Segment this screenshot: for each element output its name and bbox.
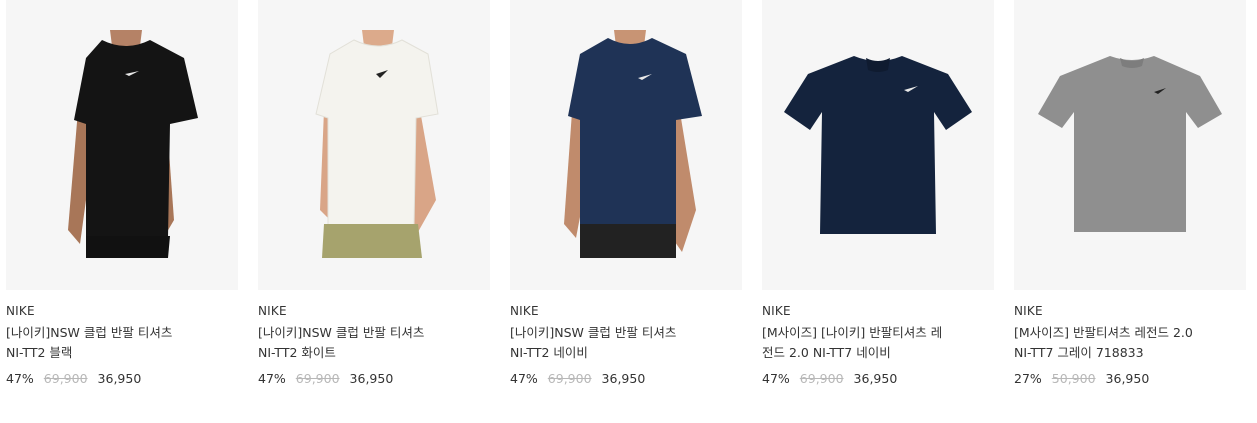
product-title-line: NI-TT2 네이비 [510, 345, 588, 360]
discount-rate: 27% [1014, 371, 1042, 386]
product-title[interactable]: [나이키]NSW 클럽 반팔 티셔츠 NI-TT2 화이트 [258, 323, 470, 363]
product-title-line: NI-TT7 그레이 718833 [1014, 345, 1144, 360]
product-image[interactable] [1014, 0, 1246, 290]
price-row: 47% 69,900 36,950 [258, 371, 393, 386]
discount-rate: 47% [510, 371, 538, 386]
price-row: 47% 69,900 36,950 [762, 371, 897, 386]
tshirt-model-image [68, 30, 198, 258]
product-title-line: [나이키]NSW 클럽 반팔 티셔츠 [510, 325, 677, 340]
product-title[interactable]: [나이키]NSW 클럽 반팔 티셔츠 NI-TT2 블랙 [6, 323, 218, 363]
discount-rate: 47% [258, 371, 286, 386]
product-card[interactable]: NIKE [나이키]NSW 클럽 반팔 티셔츠 NI-TT2 블랙 47% 69… [6, 0, 238, 423]
sale-price: 36,950 [1105, 371, 1150, 386]
product-brand: NIKE [6, 304, 35, 318]
product-image[interactable] [762, 0, 994, 290]
tshirt-model-image [564, 30, 702, 258]
product-card[interactable]: NIKE [나이키]NSW 클럽 반팔 티셔츠 NI-TT2 네이비 47% 6… [510, 0, 742, 423]
product-brand: NIKE [510, 304, 539, 318]
original-price: 69,900 [547, 371, 592, 386]
discount-rate: 47% [762, 371, 790, 386]
product-title[interactable]: [나이키]NSW 클럽 반팔 티셔츠 NI-TT2 네이비 [510, 323, 722, 363]
product-brand: NIKE [258, 304, 287, 318]
product-title-line: 전드 2.0 NI-TT7 네이비 [762, 345, 891, 360]
product-title-line: [M사이즈] [나이키] 반팔티셔츠 레 [762, 325, 943, 340]
product-brand: NIKE [1014, 304, 1043, 318]
product-card[interactable]: NIKE [M사이즈] 반팔티셔츠 레전드 2.0 NI-TT7 그레이 718… [1014, 0, 1246, 423]
product-card[interactable]: NIKE [M사이즈] [나이키] 반팔티셔츠 레 전드 2.0 NI-TT7 … [762, 0, 994, 423]
price-row: 27% 50,900 36,950 [1014, 371, 1149, 386]
original-price: 69,900 [799, 371, 844, 386]
original-price: 50,900 [1051, 371, 1096, 386]
sale-price: 36,950 [97, 371, 142, 386]
product-grid: NIKE [나이키]NSW 클럽 반팔 티셔츠 NI-TT2 블랙 47% 69… [6, 0, 1246, 423]
product-card[interactable]: NIKE [나이키]NSW 클럽 반팔 티셔츠 NI-TT2 화이트 47% 6… [258, 0, 490, 423]
product-image[interactable] [258, 0, 490, 290]
price-row: 47% 69,900 36,950 [6, 371, 141, 386]
tshirt-flat-image [1038, 56, 1222, 232]
original-price: 69,900 [43, 371, 88, 386]
product-title-line: [나이키]NSW 클럽 반팔 티셔츠 [258, 325, 425, 340]
tshirt-model-image [315, 30, 439, 258]
product-title-line: [M사이즈] 반팔티셔츠 레전드 2.0 [1014, 325, 1193, 340]
sale-price: 36,950 [853, 371, 898, 386]
product-brand: NIKE [762, 304, 791, 318]
discount-rate: 47% [6, 371, 34, 386]
product-title-line: NI-TT2 화이트 [258, 345, 336, 360]
product-image[interactable] [6, 0, 238, 290]
sale-price: 36,950 [601, 371, 646, 386]
original-price: 69,900 [295, 371, 340, 386]
product-title[interactable]: [M사이즈] 반팔티셔츠 레전드 2.0 NI-TT7 그레이 718833 [1014, 323, 1226, 363]
product-title-line: [나이키]NSW 클럽 반팔 티셔츠 [6, 325, 173, 340]
price-row: 47% 69,900 36,950 [510, 371, 645, 386]
product-title-line: NI-TT2 블랙 [6, 345, 73, 360]
tshirt-flat-image [784, 56, 972, 234]
product-image[interactable] [510, 0, 742, 290]
product-title[interactable]: [M사이즈] [나이키] 반팔티셔츠 레 전드 2.0 NI-TT7 네이비 [762, 323, 974, 363]
sale-price: 36,950 [349, 371, 394, 386]
